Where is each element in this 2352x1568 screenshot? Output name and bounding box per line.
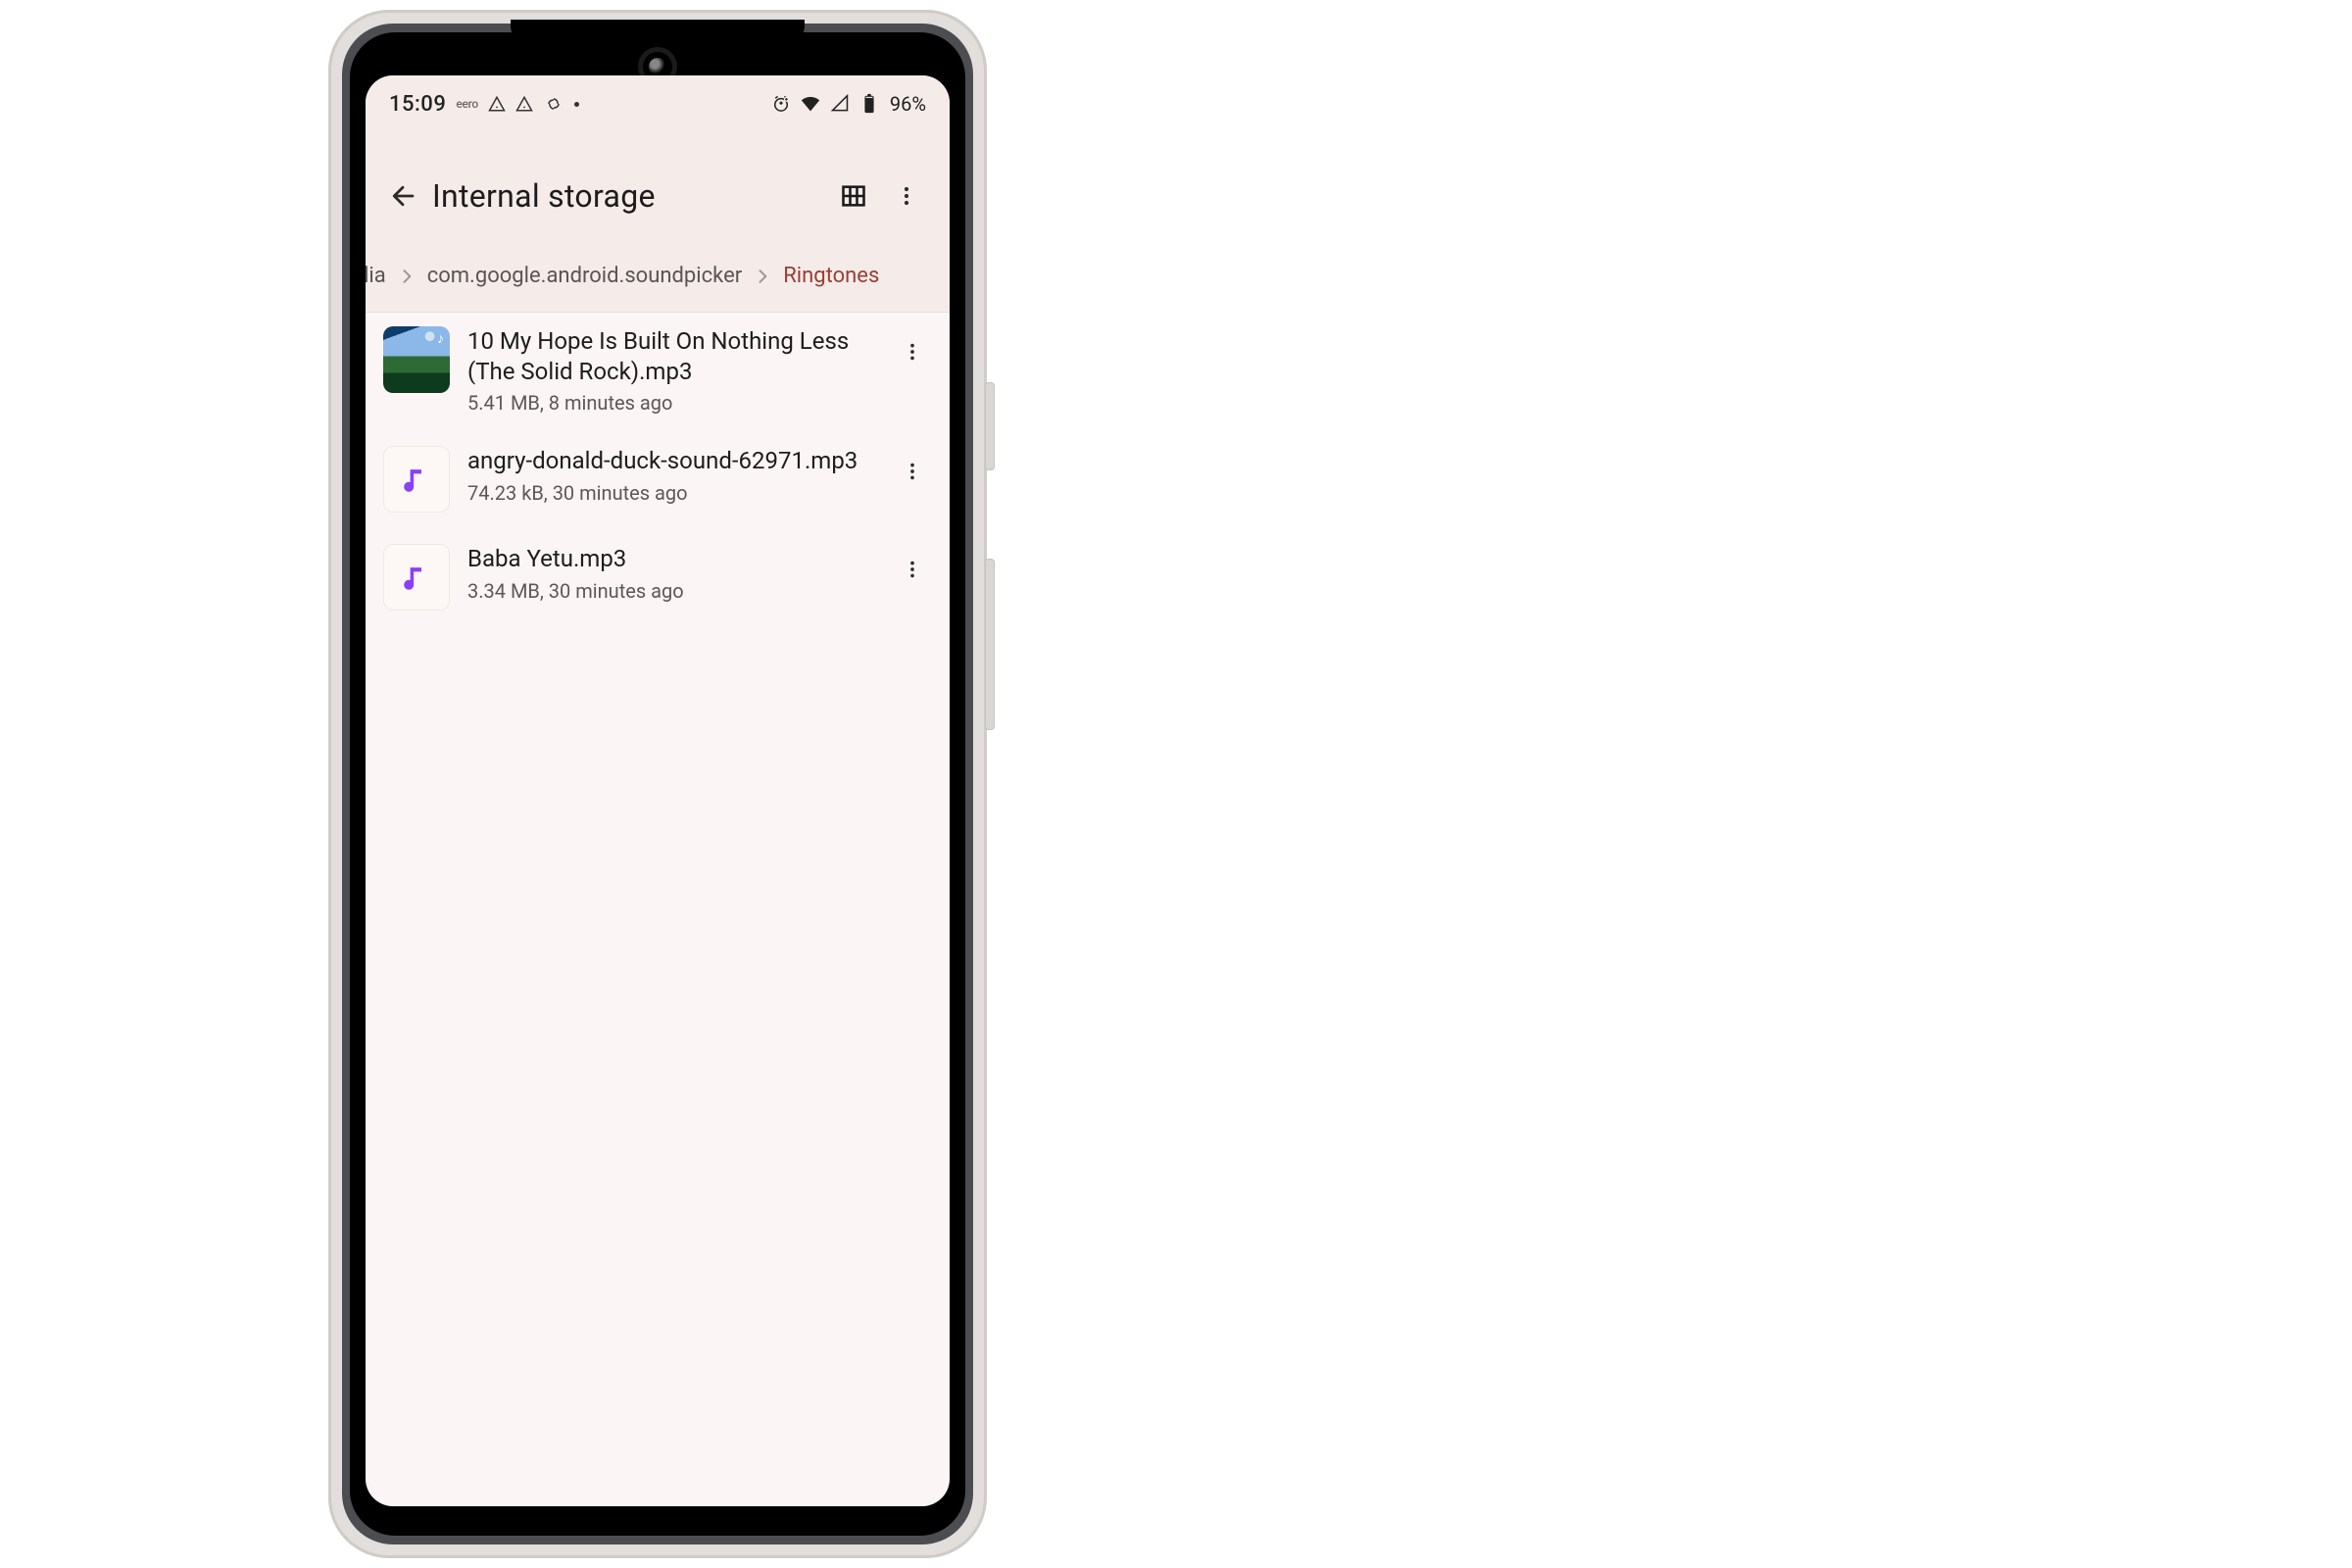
file-list: 10 My Hope Is Built On Nothing Less (The… bbox=[366, 313, 950, 628]
file-item[interactable]: Baba Yetu.mp3 3.34 MB, 30 minutes ago bbox=[366, 530, 950, 628]
file-name: Baba Yetu.mp3 bbox=[467, 544, 875, 574]
chevron-right-icon bbox=[392, 267, 421, 286]
grid-icon bbox=[840, 182, 867, 210]
overflow-menu-button[interactable] bbox=[885, 174, 928, 218]
more-vert-icon bbox=[895, 184, 918, 208]
device-volume-button bbox=[985, 559, 995, 730]
file-name: angry-donald-duck-sound-62971.mp3 bbox=[467, 446, 875, 476]
file-more-button[interactable] bbox=[893, 550, 932, 589]
breadcrumb-segment[interactable]: media bbox=[366, 260, 392, 292]
device-frame: 15:09 eero bbox=[328, 10, 987, 1558]
status-dot-icon bbox=[574, 102, 579, 107]
more-vert-icon bbox=[902, 341, 923, 363]
file-more-button[interactable] bbox=[893, 332, 932, 371]
file-thumbnail bbox=[383, 544, 450, 611]
status-time: 15:09 bbox=[389, 92, 446, 117]
view-grid-button[interactable] bbox=[832, 174, 875, 218]
arrow-left-icon bbox=[388, 181, 417, 211]
breadcrumb-segment[interactable]: com.google.android.soundpicker bbox=[421, 260, 749, 292]
cell-signal-icon bbox=[829, 93, 851, 115]
file-item[interactable]: 10 My Hope Is Built On Nothing Less (The… bbox=[366, 313, 950, 432]
battery-icon bbox=[858, 93, 880, 115]
status-battery-pct: 96% bbox=[890, 92, 926, 116]
music-note-icon bbox=[400, 561, 433, 594]
file-thumbnail bbox=[383, 326, 450, 393]
alarm-add-icon bbox=[770, 93, 792, 115]
breadcrumb[interactable]: media com.google.android.soundpicker Rin… bbox=[366, 260, 950, 313]
chevron-right-icon bbox=[748, 267, 777, 286]
page-title: Internal storage bbox=[426, 177, 822, 215]
file-more-button[interactable] bbox=[893, 452, 932, 491]
wifi-icon bbox=[800, 93, 821, 115]
pinwheel-icon bbox=[543, 93, 564, 115]
status-bar: 15:09 eero bbox=[366, 75, 950, 132]
triangle-warn-icon bbox=[488, 95, 506, 113]
device-power-button bbox=[985, 382, 995, 470]
triangle-warn-icon bbox=[515, 95, 533, 113]
app-bar: Internal storage bbox=[366, 132, 950, 260]
status-carrier: eero bbox=[456, 97, 478, 111]
file-meta: 74.23 kB, 30 minutes ago bbox=[467, 481, 875, 505]
back-button[interactable] bbox=[379, 172, 426, 220]
music-note-icon bbox=[400, 463, 433, 496]
screen: 15:09 eero bbox=[366, 75, 950, 1506]
more-vert-icon bbox=[902, 559, 923, 580]
file-meta: 3.34 MB, 30 minutes ago bbox=[467, 579, 875, 603]
breadcrumb-current: Ringtones bbox=[777, 260, 885, 292]
file-thumbnail bbox=[383, 446, 450, 513]
file-meta: 5.41 MB, 8 minutes ago bbox=[467, 391, 875, 415]
more-vert-icon bbox=[902, 461, 923, 482]
file-name: 10 My Hope Is Built On Nothing Less (The… bbox=[467, 326, 875, 387]
file-item[interactable]: angry-donald-duck-sound-62971.mp3 74.23 … bbox=[366, 432, 950, 530]
